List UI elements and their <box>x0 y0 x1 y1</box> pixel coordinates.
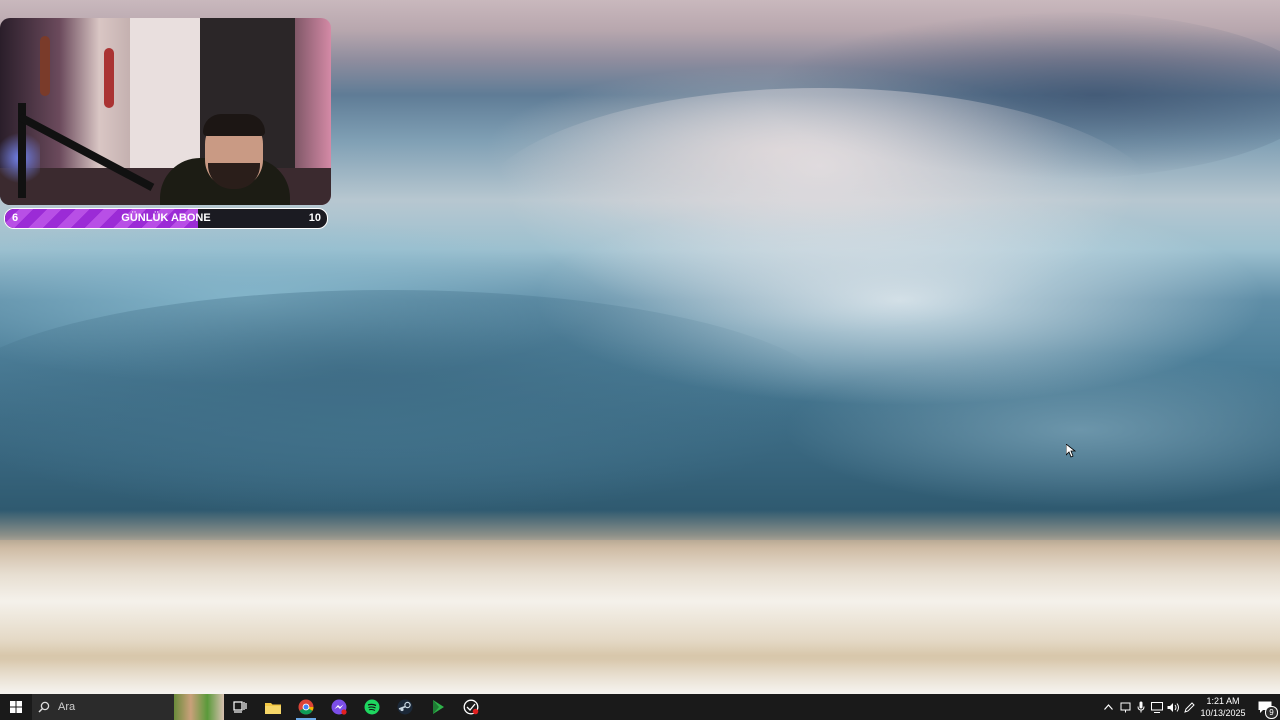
volume-icon <box>1167 702 1179 712</box>
search-placeholder: Ara <box>58 701 76 713</box>
webcam-wall <box>130 18 200 168</box>
chrome-button[interactable] <box>290 694 322 720</box>
spotify-button[interactable] <box>356 694 388 720</box>
task-view-icon <box>233 701 247 713</box>
taskbar: Ara 1:21 AM 10/13/2025 9 <box>0 694 1280 720</box>
microphone-icon <box>1137 701 1145 713</box>
wallpaper-sand <box>0 540 1280 694</box>
search-highlight-image[interactable] <box>174 694 224 720</box>
spotify-icon <box>364 699 380 715</box>
steam-button[interactable] <box>389 694 421 720</box>
goal-label: GÜNLÜK ABONE <box>121 212 211 224</box>
notification-center-button[interactable]: 9 <box>1250 694 1280 720</box>
play-icon <box>433 700 444 714</box>
goal-target-count: 10 <box>308 212 321 224</box>
taskbar-clock[interactable]: 1:21 AM 10/13/2025 <box>1196 695 1250 719</box>
clock-date: 10/13/2025 <box>1200 708 1246 718</box>
pen-icon <box>1183 701 1195 713</box>
webcam-guitar <box>104 48 114 108</box>
taskbar-search-box[interactable]: Ara <box>32 694 174 720</box>
webcam-overlay <box>0 18 331 205</box>
green-play-app-button[interactable] <box>422 694 454 720</box>
wallpaper-ridge <box>0 290 840 520</box>
mouse-cursor-icon <box>1066 444 1076 458</box>
start-button[interactable] <box>0 694 32 720</box>
chrome-icon <box>298 699 314 715</box>
display-icon <box>1151 701 1163 713</box>
record-icon <box>463 699 479 715</box>
notification-count-badge: 9 <box>1265 706 1278 719</box>
file-explorer-button[interactable] <box>257 694 289 720</box>
windows-logo-icon <box>10 701 22 713</box>
tray-microphone[interactable] <box>1133 694 1149 720</box>
search-icon <box>38 701 50 713</box>
task-view-button[interactable] <box>224 694 256 720</box>
webcam-person-hair <box>203 114 265 136</box>
subscriber-goal-bar: 6 GÜNLÜK ABONE 10 <box>4 208 328 229</box>
tray-volume[interactable] <box>1165 694 1181 720</box>
show-hidden-icons-button[interactable] <box>1100 694 1116 720</box>
tray-network-monitor[interactable] <box>1117 694 1133 720</box>
messenger-button[interactable] <box>323 694 355 720</box>
steam-icon <box>397 699 413 715</box>
chevron-up-icon <box>1103 704 1113 710</box>
webcam-guitar <box>40 36 50 96</box>
network-monitor-icon <box>1120 702 1130 712</box>
folder-icon <box>265 702 281 714</box>
clock-time: 1:21 AM <box>1206 696 1240 706</box>
recording-app-button[interactable] <box>455 694 487 720</box>
tray-pen[interactable] <box>1181 694 1197 720</box>
messenger-icon <box>331 699 347 715</box>
tray-display[interactable] <box>1149 694 1165 720</box>
